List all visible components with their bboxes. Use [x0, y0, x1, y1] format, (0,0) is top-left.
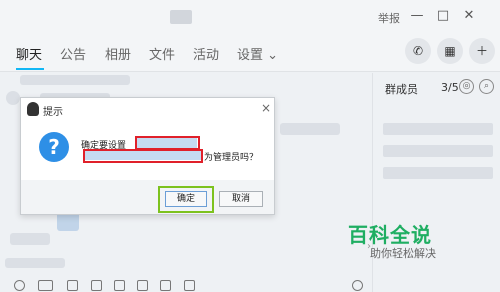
gif-icon[interactable]: [38, 280, 53, 291]
dialog-footer: 确定 取消: [21, 180, 274, 214]
dialog-close-icon[interactable]: ×: [261, 101, 271, 115]
tab-activity[interactable]: 活动: [193, 44, 219, 63]
tab-settings[interactable]: 设置 ⌄: [237, 44, 278, 63]
emoji-icon[interactable]: [14, 280, 25, 291]
phone-icon[interactable]: ✆: [405, 38, 431, 64]
qq-logo-icon: [27, 102, 39, 116]
gift-icon[interactable]: [137, 280, 148, 291]
dialog-body: ? 确定要设置 为管理员吗？: [21, 120, 274, 180]
confirm-highlight-box: [158, 186, 214, 213]
member-settings-icon[interactable]: ◎: [459, 79, 474, 94]
members-title: 群成员: [385, 83, 418, 96]
maximize-icon[interactable]: □: [435, 8, 451, 24]
screenshot-icon[interactable]: [67, 280, 78, 291]
watermark: 百科全说 助你轻松解决: [348, 217, 458, 267]
dialog-message-suffix: 为管理员吗？: [204, 153, 259, 163]
blurred-avatar: [6, 91, 20, 105]
highlight-box-id: [83, 149, 203, 163]
add-icon[interactable]: ＋: [469, 38, 495, 64]
tab-album[interactable]: 相册: [105, 44, 131, 63]
group-name-redacted: [170, 10, 192, 24]
image-icon[interactable]: [114, 280, 125, 291]
member-search-icon[interactable]: ⌕: [479, 79, 494, 94]
close-icon[interactable]: ✕: [461, 8, 477, 24]
video-icon[interactable]: [160, 280, 171, 291]
member-item[interactable]: [383, 145, 493, 157]
member-item[interactable]: [383, 123, 493, 135]
minimize-icon[interactable]: —: [409, 8, 425, 24]
dialog-header: 提示 ×: [21, 98, 274, 120]
member-item[interactable]: [383, 167, 493, 179]
input-toolbar: [0, 280, 368, 292]
title-bar: 举报 — □ ✕: [0, 0, 500, 32]
tab-announcement[interactable]: 公告: [60, 44, 86, 63]
music-icon[interactable]: [184, 280, 195, 291]
dialog-title: 提示: [43, 107, 63, 118]
confirm-dialog: 提示 × ? 确定要设置 为管理员吗？ 确定 取消: [20, 97, 275, 215]
blurred-message: [5, 258, 65, 268]
watermark-logo: 百科全说: [348, 223, 432, 247]
tab-chat[interactable]: 聊天: [16, 44, 42, 63]
highlight-box-name: [135, 136, 200, 150]
cancel-button[interactable]: 取消: [219, 191, 263, 207]
blurred-message: [20, 75, 130, 85]
report-link[interactable]: 举报: [378, 10, 400, 26]
watermark-subtitle: 助你轻松解决: [370, 247, 436, 260]
question-icon: ?: [39, 132, 69, 162]
blurred-message: [280, 123, 340, 135]
folder-icon[interactable]: [91, 280, 102, 291]
active-tab-indicator: [16, 68, 44, 70]
history-icon[interactable]: [352, 280, 363, 291]
blurred-message: [10, 233, 50, 245]
tab-files[interactable]: 文件: [149, 44, 175, 63]
tab-bar: 聊天 公告 相册 文件 活动 设置 ⌄ ✆ ▦ ＋: [0, 32, 500, 72]
members-count: 3/5: [441, 81, 459, 94]
apps-icon[interactable]: ▦: [437, 38, 463, 64]
